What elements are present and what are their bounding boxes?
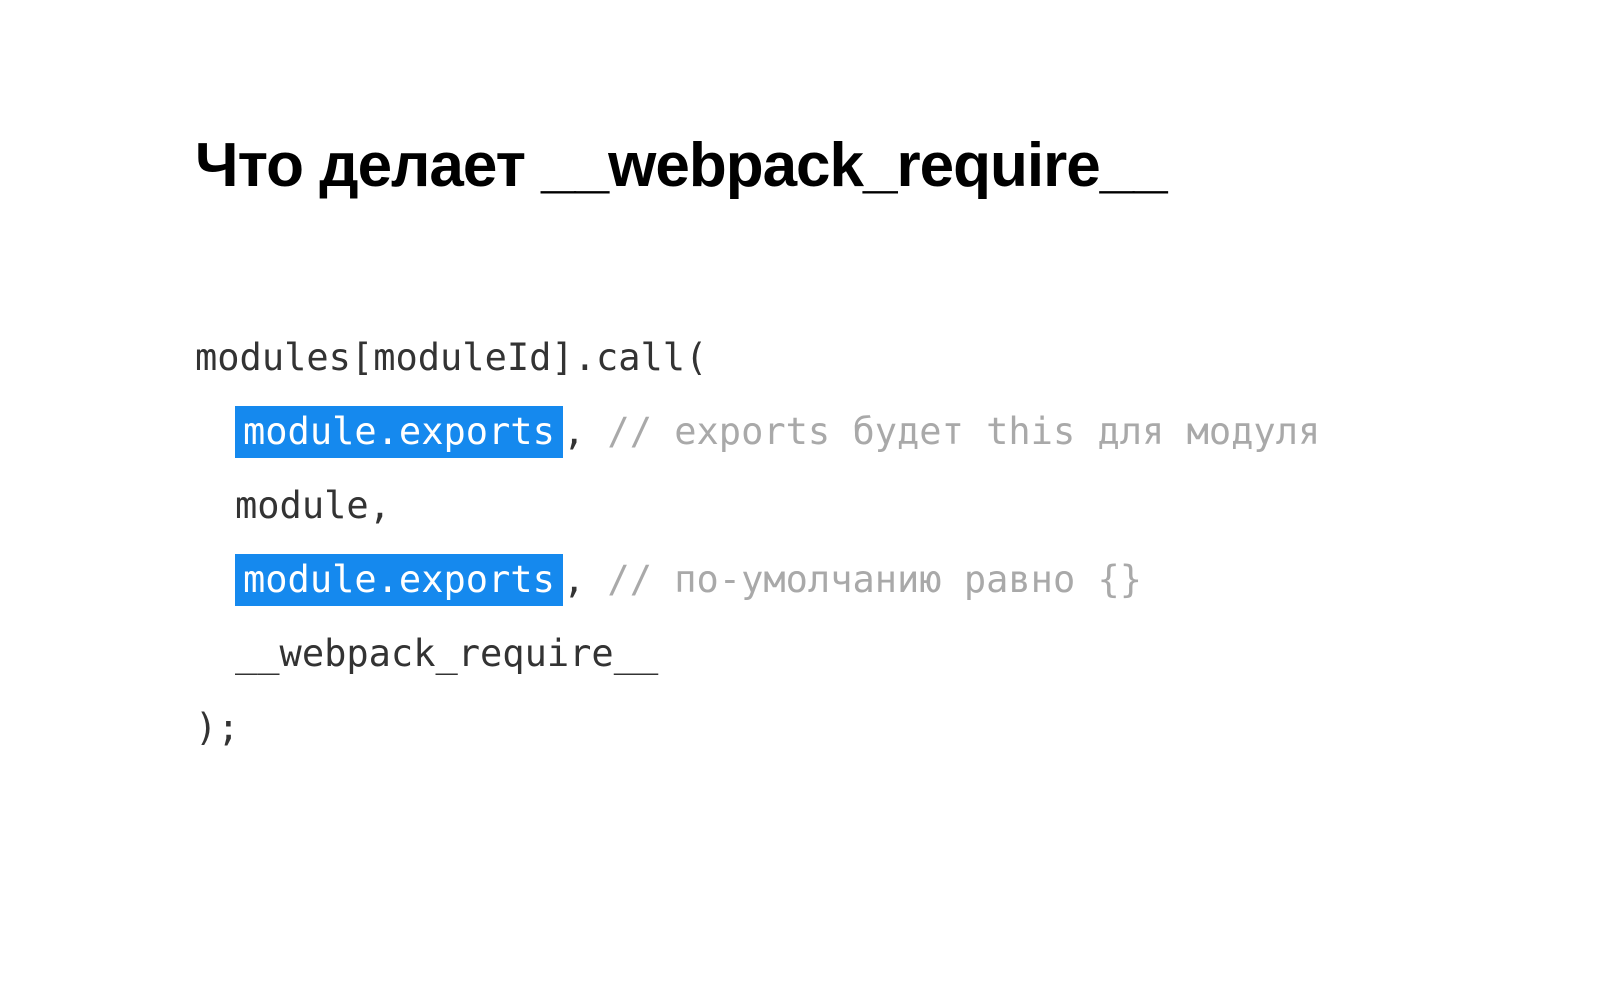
code-line-4: module.exports, // по-умолчанию равно {} [195, 543, 1405, 617]
highlight-2: module.exports [235, 554, 563, 606]
code-line-2: module.exports, // exports будет this дл… [195, 395, 1405, 469]
code-block: modules[moduleId].call( module.exports, … [195, 321, 1405, 765]
code-line-3: module, [195, 469, 1405, 543]
code-line-2-after: , [563, 410, 585, 453]
slide-title: Что делает __webpack_require__ [195, 130, 1405, 201]
comment-2: // по-умолчанию равно {} [585, 558, 1142, 601]
comment-1: // exports будет this для модуля [585, 410, 1320, 453]
code-line-1: modules[moduleId].call( [195, 321, 1405, 395]
highlight-1: module.exports [235, 406, 563, 458]
code-line-4-after: , [563, 558, 585, 601]
code-line-6: ); [195, 691, 1405, 765]
code-line-5: __webpack_require__ [195, 617, 1405, 691]
